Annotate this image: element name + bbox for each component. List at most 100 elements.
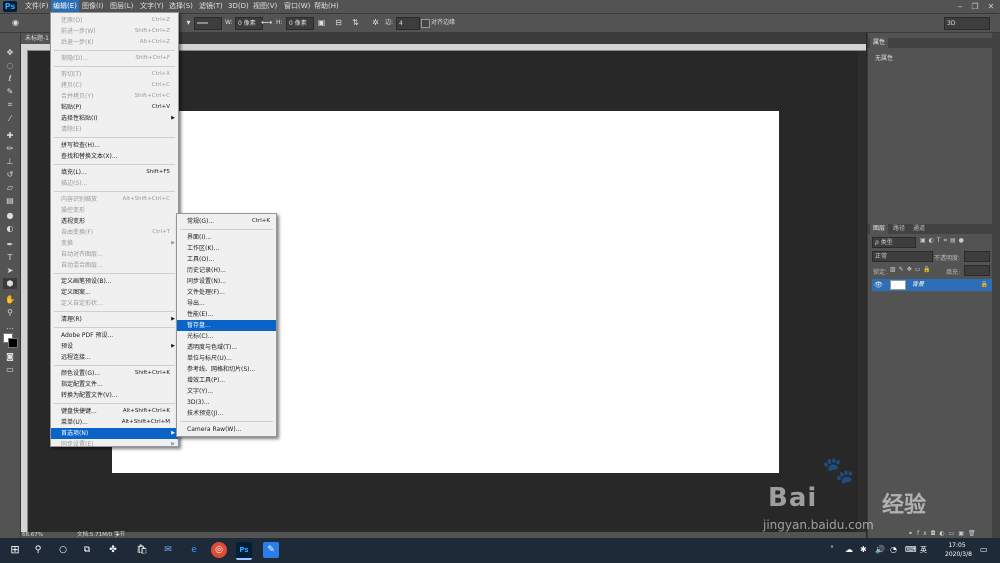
stroke-style-select[interactable]: ━━━ [194,17,222,30]
preferences-menu-item[interactable]: 常规(G)... Ctrl+K [177,216,276,227]
background-color-swatch[interactable] [8,338,18,348]
move-tool-icon[interactable]: ✥ [3,47,17,58]
visibility-eye-icon[interactable]: 👁 [874,279,883,291]
lasso-tool-icon[interactable]: ℓ [3,73,17,84]
windows-start-icon[interactable]: ⊞ [7,542,23,558]
edit-menu-item[interactable]: 清理(R) ▶ [51,314,178,325]
tray-clock[interactable]: 17:05 2020/3/8 [945,541,972,559]
notification-icon[interactable]: ▭ [980,545,988,555]
edit-menu-item[interactable]: 内容识别缩放 Alt+Shift+Ctrl+C [51,194,178,205]
edit-menu-item[interactable]: 远程连接... [51,352,178,363]
shape-tool-icon[interactable]: ⬢ [3,278,17,289]
eraser-tool-icon[interactable]: ▱ [3,182,17,193]
hand-tool-icon[interactable]: ✋ [3,294,17,305]
search-icon[interactable]: ⚲ [30,542,46,558]
edit-menu-item[interactable]: 颜色设置(G)... Shift+Ctrl+K [51,368,178,379]
screen-mode-icon[interactable]: ▭ [3,364,17,375]
align-edges-checkbox[interactable] [421,19,430,28]
workspace-select[interactable]: 3D [944,17,990,30]
preferences-menu-item[interactable]: 界面(I)... [177,232,276,243]
menu-file[interactable]: 文件(F) [23,0,51,13]
cortana-icon[interactable]: ○ [55,542,71,558]
layer-filter-icons[interactable]: ▣◐T⌗▤● [920,237,967,245]
healing-brush-tool-icon[interactable]: ✚ [3,130,17,141]
edit-menu-item[interactable]: 转换为配置文件(V)... [51,390,178,401]
tray-wifi-icon[interactable]: ◔ [890,545,897,555]
clone-stamp-tool-icon[interactable]: ⊥ [3,156,17,167]
edit-menu-item[interactable]: 透视变形 [51,216,178,227]
edit-menu-item[interactable]: 预设 ▶ [51,341,178,352]
height-input[interactable]: 0 像素 [286,17,314,30]
link-icon[interactable]: ⟷ [261,17,272,28]
eyedropper-tool-icon[interactable]: ⁄ [3,113,17,124]
preferences-menu-item[interactable]: 光标(C)... [177,331,276,342]
edit-menu-item[interactable]: 首选项(N) ▶ [51,428,178,439]
edit-menu-item[interactable]: 定义自定形状... [51,298,178,309]
edit-menu-item[interactable]: 填充(L)... Shift+F5 [51,167,178,178]
preferences-menu-item[interactable]: 参考线、网格和切片(S)... [177,364,276,375]
preferences-menu-item[interactable]: 文字(Y)... [177,386,276,397]
menu-window[interactable]: 窗口(W) [282,0,312,13]
preferences-menu-item[interactable]: 工作区(K)... [177,243,276,254]
settings-gear-icon[interactable]: ✲ [370,17,381,28]
vertical-scrollbar[interactable] [858,51,866,532]
fill-input[interactable] [964,265,990,276]
menu-view[interactable]: 视图(V) [251,0,279,13]
edit-menu-item[interactable]: 剪切(T) Ctrl+X [51,69,178,80]
preferences-menu-item[interactable]: 技术预览(J)... [177,408,276,419]
pen-tool-icon[interactable]: ✒ [3,239,17,250]
type-tool-icon[interactable]: T [3,252,17,263]
edit-menu-item[interactable]: 清除(E) [51,124,178,135]
tray-app-icon[interactable]: ✱ [860,545,867,555]
edit-menu-item[interactable]: 指定配置文件... [51,379,178,390]
menu-filter[interactable]: 滤镜(T) [197,0,225,13]
blend-mode-select[interactable]: 正常 [872,251,933,262]
panel-collapse-strip[interactable] [992,33,1000,538]
dodge-tool-icon[interactable]: ◐ [3,223,17,234]
tab-channels[interactable]: 通道 [910,224,928,234]
path-operations-icon[interactable]: ▣ [316,17,327,28]
edit-menu-item[interactable]: 渐隐(D)... Shift+Ctrl+F [51,53,178,64]
layer-filter-select[interactable]: ρ 类型 [872,237,916,248]
edit-menu-item[interactable]: 还原(O) Ctrl+Z [51,15,178,26]
preferences-menu-item[interactable]: Camera Raw(W)... [177,424,276,435]
edit-menu-item[interactable]: 定义图案... [51,287,178,298]
store-icon[interactable]: 🛍 [134,542,150,558]
quick-mask-icon[interactable]: ◙ [3,351,17,362]
edit-menu-item[interactable]: 菜单(U)... Alt+Shift+Ctrl+M [51,417,178,428]
preferences-menu-item[interactable]: 单位与标尺(U)... [177,353,276,364]
tray-volume-icon[interactable]: 🔊 [875,545,885,555]
edit-menu-item[interactable]: 自由变换(F) Ctrl+T [51,227,178,238]
restore-icon[interactable]: ❐ [968,0,982,13]
crop-tool-icon[interactable]: ⌗ [3,99,17,110]
preferences-menu-item[interactable]: 透明度与色域(T)... [177,342,276,353]
preferences-menu-item[interactable]: 历史记录(H)... [177,265,276,276]
edit-menu-item[interactable]: 粘贴(P) Ctrl+V [51,102,178,113]
pinwheel-app-icon[interactable]: ✤ [105,542,121,558]
quick-select-tool-icon[interactable]: ✎ [3,86,17,97]
edit-menu-item[interactable]: 自动混合图层... [51,260,178,271]
zoom-tool-icon[interactable]: ⚲ [3,307,17,318]
edit-menu-item[interactable]: 同步设置(E) ▶ [51,439,178,450]
edit-menu-item[interactable]: 定义画笔预设(B)... [51,276,178,287]
opacity-input[interactable] [964,251,990,262]
tab-paths[interactable]: 路径 [890,224,908,234]
edit-menu-item[interactable]: 查找和替换文本(X)... [51,151,178,162]
preferences-menu-item[interactable]: 暂存盘... [177,320,276,331]
preferences-menu-item[interactable]: 文件处理(F)... [177,287,276,298]
path-arrangement-icon[interactable]: ⇅ [350,17,361,28]
tray-ime-lang[interactable]: 英 [920,545,927,555]
preferences-menu-item[interactable]: 性能(E)... [177,309,276,320]
edit-menu-item[interactable]: 自动对齐图层... [51,249,178,260]
photoshop-taskbar-icon[interactable]: Ps [236,542,252,560]
preferences-menu-item[interactable]: 工具(O)... [177,254,276,265]
lock-icons[interactable]: ▨✎✥▭🔒 [890,266,934,273]
path-alignment-icon[interactable]: ⊟ [333,17,344,28]
vertical-ruler[interactable] [21,50,28,532]
minimize-icon[interactable]: ‒ [953,0,967,13]
edit-menu-item[interactable]: 描边(S)... [51,178,178,189]
tray-network-icon[interactable]: ☁ [845,545,853,555]
task-view-icon[interactable]: ⧉ [79,542,95,558]
preferences-menu-item[interactable]: 导出... [177,298,276,309]
edit-menu-item[interactable]: 后退一步(K) Alt+Ctrl+Z [51,37,178,48]
